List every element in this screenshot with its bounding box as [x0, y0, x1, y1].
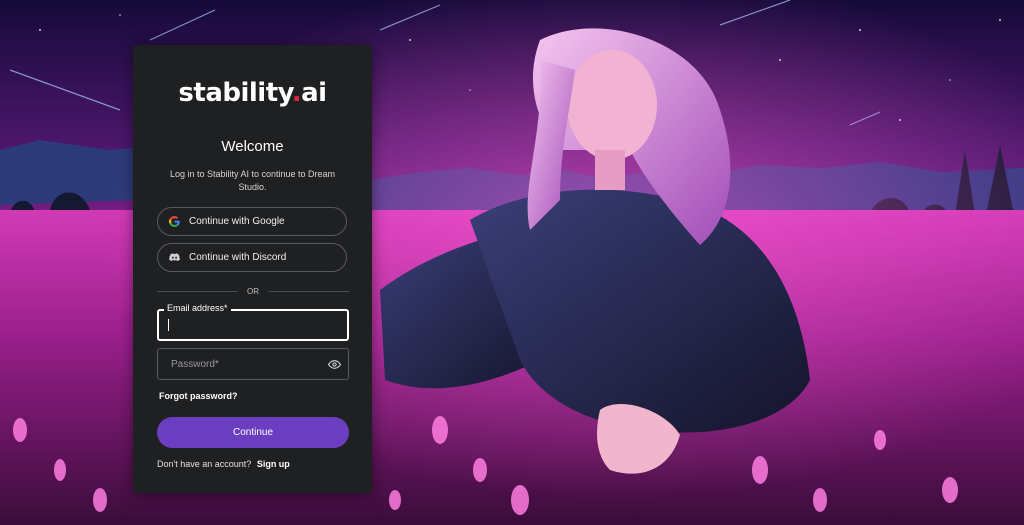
email-input[interactable] [159, 311, 347, 339]
continue-button[interactable]: Continue [157, 417, 349, 448]
eye-icon[interactable] [327, 358, 342, 371]
discord-icon [169, 252, 180, 263]
or-divider: OR [157, 286, 349, 296]
login-subtitle: Log in to Stability AI to continue to Dr… [169, 169, 336, 192]
forgot-password-link[interactable]: Forgot password? [159, 391, 238, 401]
password-field[interactable] [157, 348, 349, 380]
sign-up-link[interactable]: Sign up [257, 459, 290, 469]
login-card: stability.ai Welcome Log in to Stability… [133, 45, 372, 493]
signup-prompt: Don't have an account? Sign up [157, 459, 290, 469]
welcome-heading: Welcome [221, 138, 284, 155]
password-input[interactable] [158, 349, 348, 379]
email-field[interactable]: Email address* [157, 303, 349, 341]
divider-line-right [268, 290, 349, 292]
no-account-text: Don't have an account? [157, 459, 252, 469]
divider-or-text: OR [247, 286, 259, 296]
stability-logo: stability.ai [178, 78, 327, 108]
divider-line-left [157, 290, 238, 292]
google-button-label: Continue with Google [189, 216, 285, 227]
google-icon [169, 216, 180, 227]
discord-button-label: Continue with Discord [189, 252, 287, 263]
continue-with-discord-button[interactable]: Continue with Discord [157, 243, 347, 272]
continue-with-google-button[interactable]: Continue with Google [157, 207, 347, 236]
login-page: stability.ai Welcome Log in to Stability… [0, 0, 1024, 525]
